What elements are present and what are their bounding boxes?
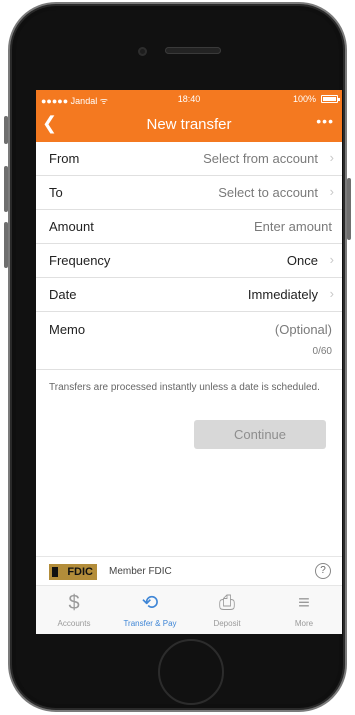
frequency-row[interactable]: Frequency Once ›	[36, 244, 342, 278]
date-row[interactable]: Date Immediately ›	[36, 278, 342, 312]
frequency-select[interactable]: Once	[287, 253, 318, 268]
from-account-select[interactable]: Select from account	[203, 151, 318, 166]
page-title: New transfer	[146, 116, 232, 133]
status-bar: ●●●●● Jandal ᯤ 18:40 100%	[36, 90, 342, 108]
tab-label: Transfer & Pay	[123, 619, 177, 628]
amount-input[interactable]: Enter amount	[254, 219, 332, 234]
home-button[interactable]	[158, 639, 224, 705]
date-select[interactable]: Immediately	[248, 287, 318, 302]
date-label: Date	[49, 287, 77, 302]
memo-label: Memo	[49, 322, 86, 337]
mute-switch	[4, 116, 8, 144]
from-account-row[interactable]: From Select from account ›	[36, 142, 342, 176]
check-deposit-icon: ⎙	[219, 592, 235, 614]
chevron-right-icon: ›	[329, 252, 334, 267]
memo-input[interactable]: (Optional)	[275, 322, 332, 337]
from-label: From	[49, 151, 80, 166]
member-fdic-text: Member FDIC	[109, 566, 172, 577]
battery-percent: 100%	[292, 94, 316, 104]
tab-more[interactable]: ≡ More	[266, 586, 342, 634]
earpiece-speaker	[165, 47, 221, 54]
fdic-bar: FDIC Member FDIC ?	[36, 556, 342, 586]
tab-transfer-pay[interactable]: ⟲ Transfer & Pay	[112, 586, 188, 634]
fdic-logo: FDIC	[49, 564, 97, 580]
chevron-right-icon: ›	[329, 184, 334, 199]
frequency-label: Frequency	[49, 253, 111, 268]
menu-icon: ≡	[298, 592, 310, 614]
amount-row[interactable]: Amount Enter amount	[36, 210, 342, 244]
transfer-pay-icon: ⟲	[141, 592, 159, 614]
to-account-select[interactable]: Select to account	[218, 185, 318, 200]
tab-label: Accounts	[57, 619, 91, 628]
power-button	[347, 178, 351, 240]
volume-down-button	[4, 222, 8, 268]
chevron-right-icon: ›	[329, 286, 334, 301]
memo-char-count: 0/60	[312, 346, 332, 357]
nav-bar: ❮ New transfer •••	[36, 108, 342, 142]
tab-deposit[interactable]: ⎙ Deposit	[189, 586, 265, 634]
tab-bar: $ Accounts ⟲ Transfer & Pay ⎙ Deposit ≡ …	[36, 586, 342, 634]
more-options-icon[interactable]: •••	[316, 113, 334, 129]
battery-icon	[321, 95, 340, 103]
volume-up-button	[4, 166, 8, 212]
tab-label: Deposit	[213, 619, 241, 628]
amount-label: Amount	[49, 219, 94, 234]
app-screen: ●●●●● Jandal ᯤ 18:40 100% ❮ New transfer…	[36, 90, 342, 634]
continue-button[interactable]: Continue	[194, 420, 326, 449]
fdic-logo-text: FDIC	[67, 566, 93, 578]
transfer-info-text: Transfers are processed instantly unless…	[49, 382, 320, 393]
to-account-row[interactable]: To Select to account ›	[36, 176, 342, 210]
help-icon[interactable]: ?	[315, 563, 331, 579]
dollar-icon: $	[68, 592, 80, 614]
tab-accounts[interactable]: $ Accounts	[36, 586, 112, 634]
front-camera	[138, 47, 147, 56]
to-label: To	[49, 185, 63, 200]
chevron-right-icon: ›	[329, 150, 334, 165]
memo-row[interactable]: Memo (Optional) 0/60	[36, 312, 342, 370]
tab-label: More	[294, 619, 314, 628]
